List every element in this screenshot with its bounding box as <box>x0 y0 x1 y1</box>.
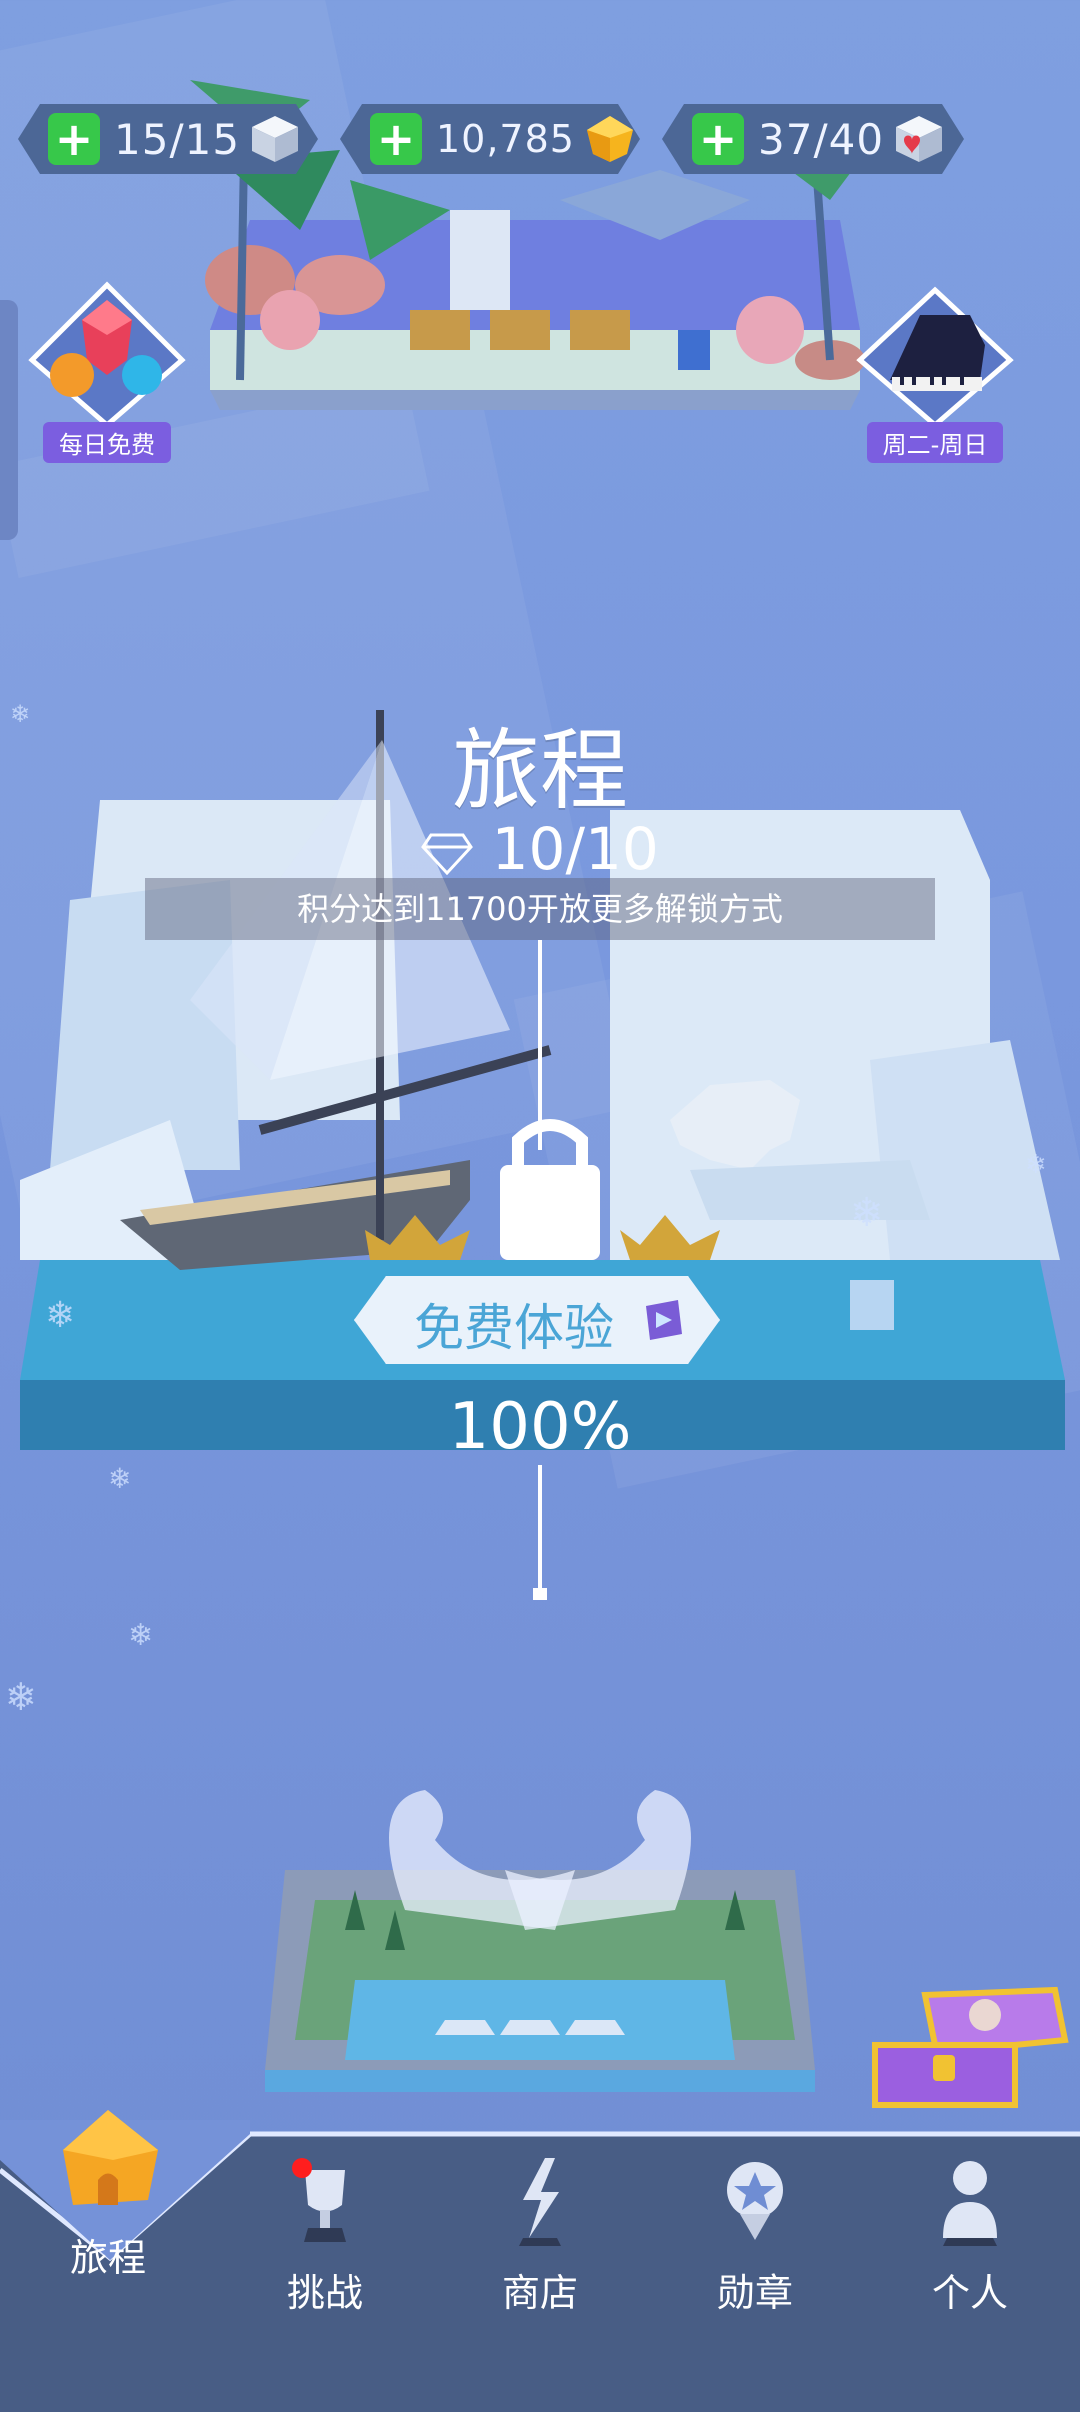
snowflake-icon: ❄ <box>5 1675 37 1719</box>
treasure-chest-icon[interactable] <box>865 1985 1070 2115</box>
plus-icon: + <box>376 112 416 166</box>
add-hearts-button[interactable]: + <box>692 113 744 165</box>
heart-cube-icon <box>896 116 943 162</box>
nav-tab-challenge[interactable]: 挑战 <box>255 2150 395 2317</box>
add-diamonds-button[interactable]: + <box>370 113 422 165</box>
snowflake-icon: ❄ <box>128 1618 154 1653</box>
diamonds-counter[interactable]: + 10,785 <box>340 104 640 174</box>
nav-label: 商店 <box>501 2271 578 2315</box>
nav-tab-shop[interactable]: 商店 <box>470 2150 610 2317</box>
lives-counter[interactable]: + 15/15 <box>18 104 318 174</box>
weekly-event-label: 周二-周日 <box>866 422 1004 463</box>
piano-icon <box>856 286 1014 429</box>
snowflake-icon: ❄ <box>1025 1150 1047 1180</box>
add-lives-button[interactable]: + <box>48 113 100 165</box>
diamond-icon <box>421 833 474 876</box>
nav-label: 勋章 <box>716 2271 793 2315</box>
daily-free-button[interactable]: 每日免费 <box>22 280 192 463</box>
swan-lake-level[interactable] <box>255 1780 825 2100</box>
nav-tab-profile[interactable]: 个人 <box>900 2150 1040 2317</box>
level-title: 旅程 <box>451 719 628 822</box>
snowflake-icon: ❄ <box>850 1190 884 1236</box>
medal-icon <box>727 2162 783 2240</box>
nav-tab-medals[interactable]: 勋章 <box>685 2150 825 2317</box>
side-drawer-handle[interactable] <box>0 300 18 540</box>
person-icon <box>943 2161 997 2246</box>
nav-label: 挑战 <box>286 2271 363 2315</box>
plus-icon: + <box>698 112 738 166</box>
cube-icon <box>252 116 299 162</box>
video-ad-icon <box>646 1300 682 1340</box>
snowflake-icon: ❄ <box>45 1295 76 1336</box>
gem-progress: 10/10 <box>0 815 1080 883</box>
hearts-value: 37/40 <box>758 114 885 164</box>
daily-free-label: 每日免费 <box>43 422 171 463</box>
hearts-counter[interactable]: + 37/40 <box>662 104 964 174</box>
path-line <box>538 1465 542 1595</box>
nav-label: 个人 <box>931 2271 1008 2315</box>
snowflake-icon: ❄ <box>10 700 31 728</box>
diamonds-value: 10,785 <box>436 117 575 161</box>
nav-label: 旅程 <box>69 2236 146 2280</box>
nav-tab-journey[interactable]: 旅程 <box>38 2105 178 2282</box>
lives-value: 15/15 <box>114 114 241 164</box>
progress-connector <box>538 940 542 1150</box>
gem-count: 10/10 <box>491 815 659 883</box>
free-trial-button[interactable]: 免费体验 <box>354 1276 720 1364</box>
lightning-icon <box>519 2158 561 2246</box>
plus-icon: + <box>54 112 94 166</box>
house-icon <box>63 2110 158 2205</box>
gold-gem-icon <box>586 116 633 162</box>
free-trial-label: 免费体验 <box>414 1299 614 1357</box>
unlock-notice: 积分达到11700开放更多解锁方式 <box>145 878 935 940</box>
path-node <box>533 1588 547 1600</box>
gem-balloon-icon <box>28 281 186 429</box>
weekly-event-button[interactable]: 周二-周日 <box>850 285 1020 463</box>
progress-percent: 100% <box>448 1390 632 1464</box>
trophy-icon <box>292 2158 346 2242</box>
snowflake-icon: ❄ <box>108 1462 132 1495</box>
